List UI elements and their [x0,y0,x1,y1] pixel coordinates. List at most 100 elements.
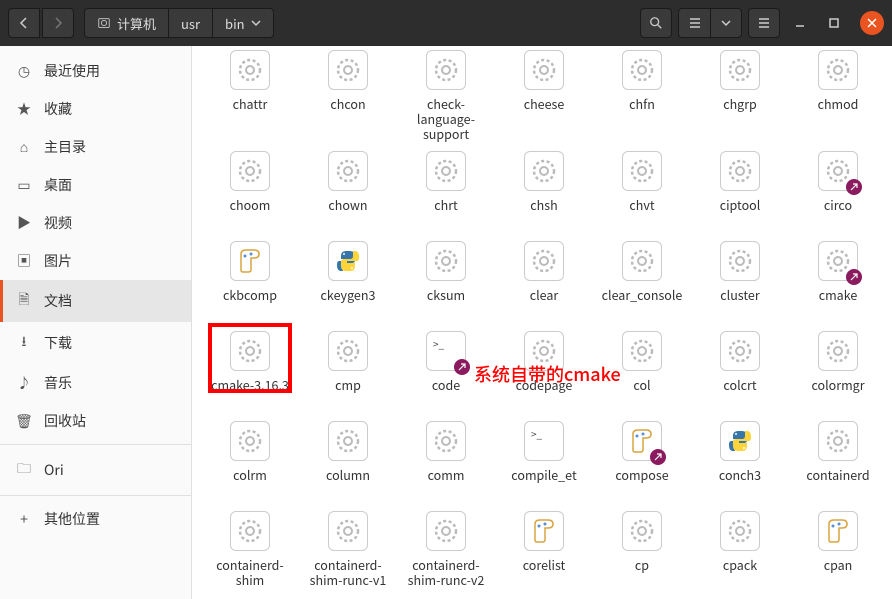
file-item[interactable]: colcrt [692,327,788,413]
file-item[interactable]: cmake-3.16.3 [202,327,298,413]
chevron-down-icon [721,18,731,28]
file-item[interactable]: chrt [398,147,494,233]
file-label: chfn [629,96,655,111]
crumb-usr[interactable]: usr [168,8,212,38]
file-item[interactable]: chcon [300,46,396,143]
file-item[interactable]: containerd-shim [202,507,298,593]
file-item[interactable]: chfn [594,46,690,143]
forward-button[interactable] [42,8,74,38]
file-label: chcon [330,96,365,111]
document-icon: 🗎 [16,289,32,313]
minimize-button[interactable] [786,9,814,37]
file-item[interactable]: ckbcomp [202,237,298,323]
maximize-button[interactable] [820,9,848,37]
titlebar: 计算机 usr bin [0,0,892,46]
sidebar-item-2[interactable]: ⌂主目录 [0,128,191,166]
file-item[interactable]: cpan [790,507,886,593]
view-dropdown[interactable] [710,8,742,38]
list-icon [688,16,702,30]
file-item[interactable]: chgrp [692,46,788,143]
file-item[interactable]: chmod [790,46,886,143]
file-label: containerd [806,467,869,482]
gear-icon [522,149,566,193]
file-item[interactable]: cheese [496,46,592,143]
gear-icon [326,509,370,553]
gear-icon [522,48,566,92]
file-item[interactable]: chvt [594,147,690,233]
crumb-root[interactable]: 计算机 [84,8,168,38]
sidebar-item-1[interactable]: ★收藏 [0,90,191,128]
hamburger-icon [757,16,771,30]
file-label: corelist [523,557,566,572]
file-label: ckbcomp [223,287,277,302]
file-item[interactable]: chsh [496,147,592,233]
file-item[interactable]: colrm [202,417,298,503]
file-item[interactable]: containerd-shim-runc-v2 [398,507,494,593]
sidebar-item-6[interactable]: 🗎文档 [0,280,191,322]
sidebar-item-7[interactable]: ⭳下载 [0,322,191,364]
trash-icon: 🗑 [16,411,32,431]
file-label: cpack [723,557,757,572]
sidebar-item-label: 最近使用 [44,61,100,81]
file-label: containerd-shim-runc-v2 [401,557,491,587]
file-item[interactable]: cksum [398,237,494,323]
file-item[interactable]: chattr [202,46,298,143]
file-item[interactable]: chown [300,147,396,233]
gear-icon [816,239,860,283]
sidebar-item-4[interactable]: ▶视频 [0,204,191,242]
file-item[interactable]: corelist [496,507,592,593]
list-view-button[interactable] [678,8,710,38]
file-item[interactable]: codepage [496,327,592,413]
file-label: ciptool [720,197,761,212]
file-item[interactable]: conch3 [692,417,788,503]
sidebar-item-9[interactable]: 🗑回收站 [0,402,191,440]
file-item[interactable]: clear [496,237,592,323]
file-label: conch3 [719,467,761,482]
folder-icon: 🗀 [16,458,32,482]
file-item[interactable]: cluster [692,237,788,323]
crumb-bin[interactable]: bin [212,8,274,38]
file-item[interactable]: ckeygen3 [300,237,396,323]
file-item[interactable]: >_compile_et [496,417,592,503]
sidebar-item-3[interactable]: ▭桌面 [0,166,191,204]
file-item[interactable]: clear_console [594,237,690,323]
file-item[interactable]: circo [790,147,886,233]
file-label: clear [530,287,559,302]
file-item[interactable]: check-language-support [398,46,494,143]
file-label: cmake-3.16.3 [211,377,289,392]
sidebar-item-0[interactable]: ◷最近使用 [0,52,191,90]
file-item[interactable]: col [594,327,690,413]
file-item[interactable]: cmp [300,327,396,413]
sidebar-item-10[interactable]: 🗀Ori [0,449,191,491]
file-item[interactable]: containerd-shim-runc-v1 [300,507,396,593]
perl-icon [228,239,272,283]
gear-icon [326,48,370,92]
sidebar-item-5[interactable]: ▣图片 [0,242,191,280]
file-item[interactable]: containerd [790,417,886,503]
file-label: col [633,377,650,392]
search-button[interactable] [640,8,672,38]
desktop-icon: ▭ [16,175,32,195]
file-label: code [432,377,460,392]
file-item[interactable]: cpack [692,507,788,593]
file-item[interactable]: cmake [790,237,886,323]
file-item[interactable]: compose [594,417,690,503]
file-item[interactable]: comm [398,417,494,503]
gear-icon [620,239,664,283]
sidebar-item-8[interactable]: ♪音乐 [0,364,191,402]
gear-icon [816,48,860,92]
file-label: cksum [427,287,465,302]
file-label: containerd-shim-runc-v1 [303,557,393,587]
file-item[interactable]: column [300,417,396,503]
back-button[interactable] [8,8,40,38]
sidebar-other-locations[interactable]: + 其他位置 [0,500,191,538]
file-item[interactable]: >_code [398,327,494,413]
file-item[interactable]: ciptool [692,147,788,233]
file-item[interactable]: cp [594,507,690,593]
file-item[interactable]: colormgr [790,327,886,413]
term-icon: >_ [522,419,566,463]
file-item[interactable]: choom [202,147,298,233]
menu-button[interactable] [748,8,780,38]
sidebar-divider [0,495,191,496]
close-button[interactable] [860,11,884,35]
